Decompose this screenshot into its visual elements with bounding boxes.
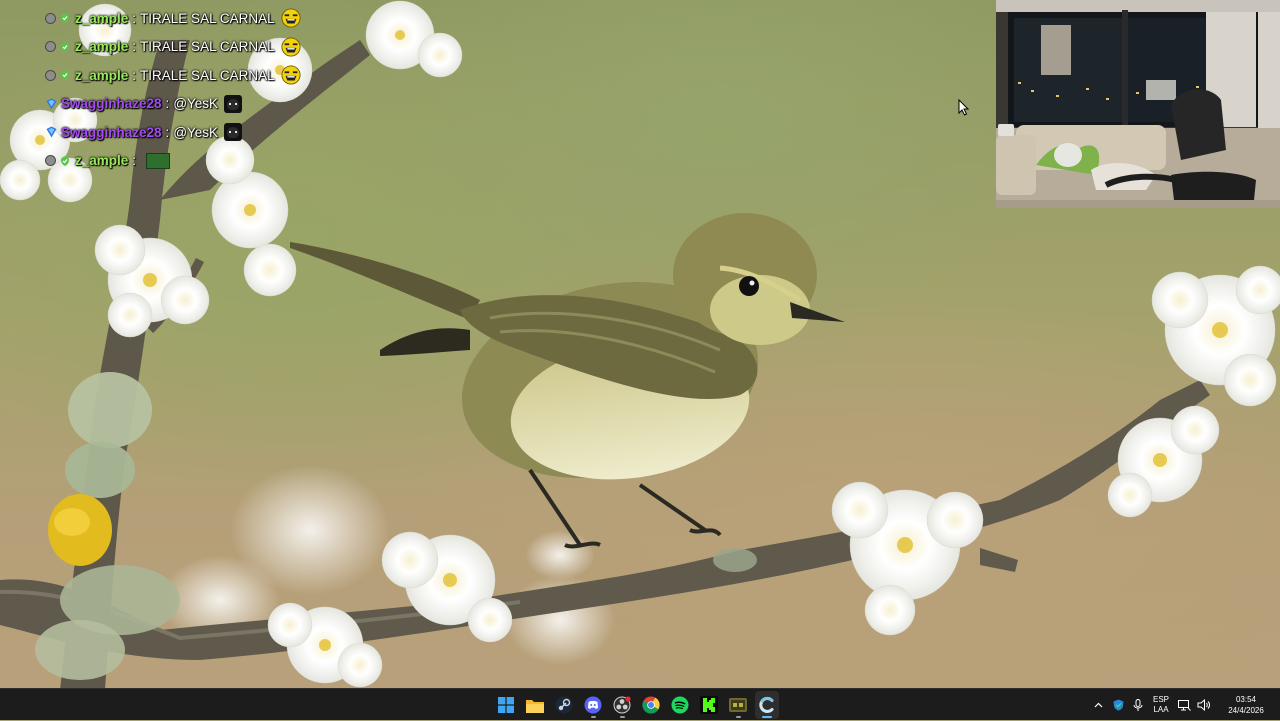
kick-icon[interactable] xyxy=(697,691,721,719)
chat-message-text: TIRALE SAL CARNAL xyxy=(140,39,275,55)
moderator-icon xyxy=(46,42,55,52)
chat-message: z_ample: TIRALE SAL CARNAL xyxy=(46,33,366,62)
spotify-icon[interactable] xyxy=(668,691,692,719)
chat-message: z_ample: TIRALE SAL CARNAL xyxy=(46,61,366,90)
webcam-feed xyxy=(996,0,1280,208)
chat-separator: : xyxy=(165,96,170,112)
windows-taskbar: ESP LAA 03:54 24/4/2026 xyxy=(0,688,1280,720)
chat-separator: : xyxy=(132,10,137,26)
sub-badge-icon xyxy=(46,126,57,138)
laughing-emote xyxy=(281,8,301,28)
sub-badge-icon xyxy=(46,98,57,110)
cat-emote xyxy=(224,123,243,142)
chat-username[interactable]: z_ample xyxy=(75,11,128,26)
chat-message-text: TIRALE SAL CARNAL xyxy=(140,10,275,26)
discord-icon[interactable] xyxy=(581,691,605,719)
mouse-pointer-icon xyxy=(958,99,970,116)
show-desktop-button[interactable] xyxy=(1274,689,1280,721)
moderator-icon xyxy=(46,13,55,23)
clock-time: 03:54 xyxy=(1235,695,1257,704)
webcam-room-image xyxy=(996,0,1280,208)
chat-message-text: @YesK xyxy=(173,124,219,140)
folder-icon[interactable] xyxy=(523,691,547,719)
chat-message: z_ample: xyxy=(46,147,366,176)
volume-icon[interactable] xyxy=(1194,689,1214,721)
verified-icon xyxy=(61,155,69,166)
chat-username[interactable]: Swagginhaze28 xyxy=(61,96,162,111)
verified-icon xyxy=(61,70,69,81)
chat-message: Swagginhaze28: @YesK xyxy=(46,90,366,119)
chevron-up-icon[interactable] xyxy=(1088,689,1108,721)
taskbar-clock[interactable]: 03:54 24/4/2026 xyxy=(1218,694,1274,716)
chat-separator: : xyxy=(132,67,137,83)
chat-message-text: @YesK xyxy=(173,96,219,112)
taskbar-app-list xyxy=(494,689,779,721)
chat-message: z_ample: TIRALE SAL CARNAL xyxy=(46,4,366,33)
chat-separator: : xyxy=(165,124,170,140)
stream-chat-overlay: z_ample: TIRALE SAL CARNAL z_ample: TIRALE … xyxy=(46,4,366,175)
chat-separator: : xyxy=(132,153,137,169)
network-icon[interactable] xyxy=(1174,689,1194,721)
chat-separator: : xyxy=(132,39,137,55)
chat-username[interactable]: z_ample xyxy=(75,68,128,83)
obs-icon[interactable] xyxy=(610,691,634,719)
chrome-icon[interactable] xyxy=(639,691,663,719)
system-tray: ESP LAA 03:54 24/4/2026 xyxy=(1088,689,1280,721)
keyboard-layout: LAA xyxy=(1153,705,1169,714)
chat-username[interactable]: z_ample xyxy=(75,153,128,168)
defender-shield-icon[interactable] xyxy=(1108,689,1128,721)
windows-start-icon[interactable] xyxy=(494,691,518,719)
clock-date: 24/4/2026 xyxy=(1228,706,1264,715)
input-language-indicator[interactable]: ESP LAA xyxy=(1148,695,1174,715)
verified-icon xyxy=(61,41,69,52)
chat-message-text: TIRALE SAL CARNAL xyxy=(140,67,275,83)
cat-emote xyxy=(224,94,243,113)
chat-username[interactable]: z_ample xyxy=(75,39,128,54)
language-code: ESP xyxy=(1152,695,1169,704)
laughing-emote xyxy=(281,37,301,57)
verified-icon xyxy=(61,13,69,24)
game-icon[interactable] xyxy=(726,691,750,719)
steam-icon[interactable] xyxy=(552,691,576,719)
moderator-icon xyxy=(46,70,55,80)
chat-username[interactable]: Swagginhaze28 xyxy=(61,125,162,140)
laughing-emote xyxy=(281,65,301,85)
microphone-icon[interactable] xyxy=(1128,689,1148,721)
green-emote xyxy=(146,152,171,169)
c-app-icon[interactable] xyxy=(755,691,779,719)
moderator-icon xyxy=(46,156,55,166)
chat-message: Swagginhaze28: @YesK xyxy=(46,118,366,147)
